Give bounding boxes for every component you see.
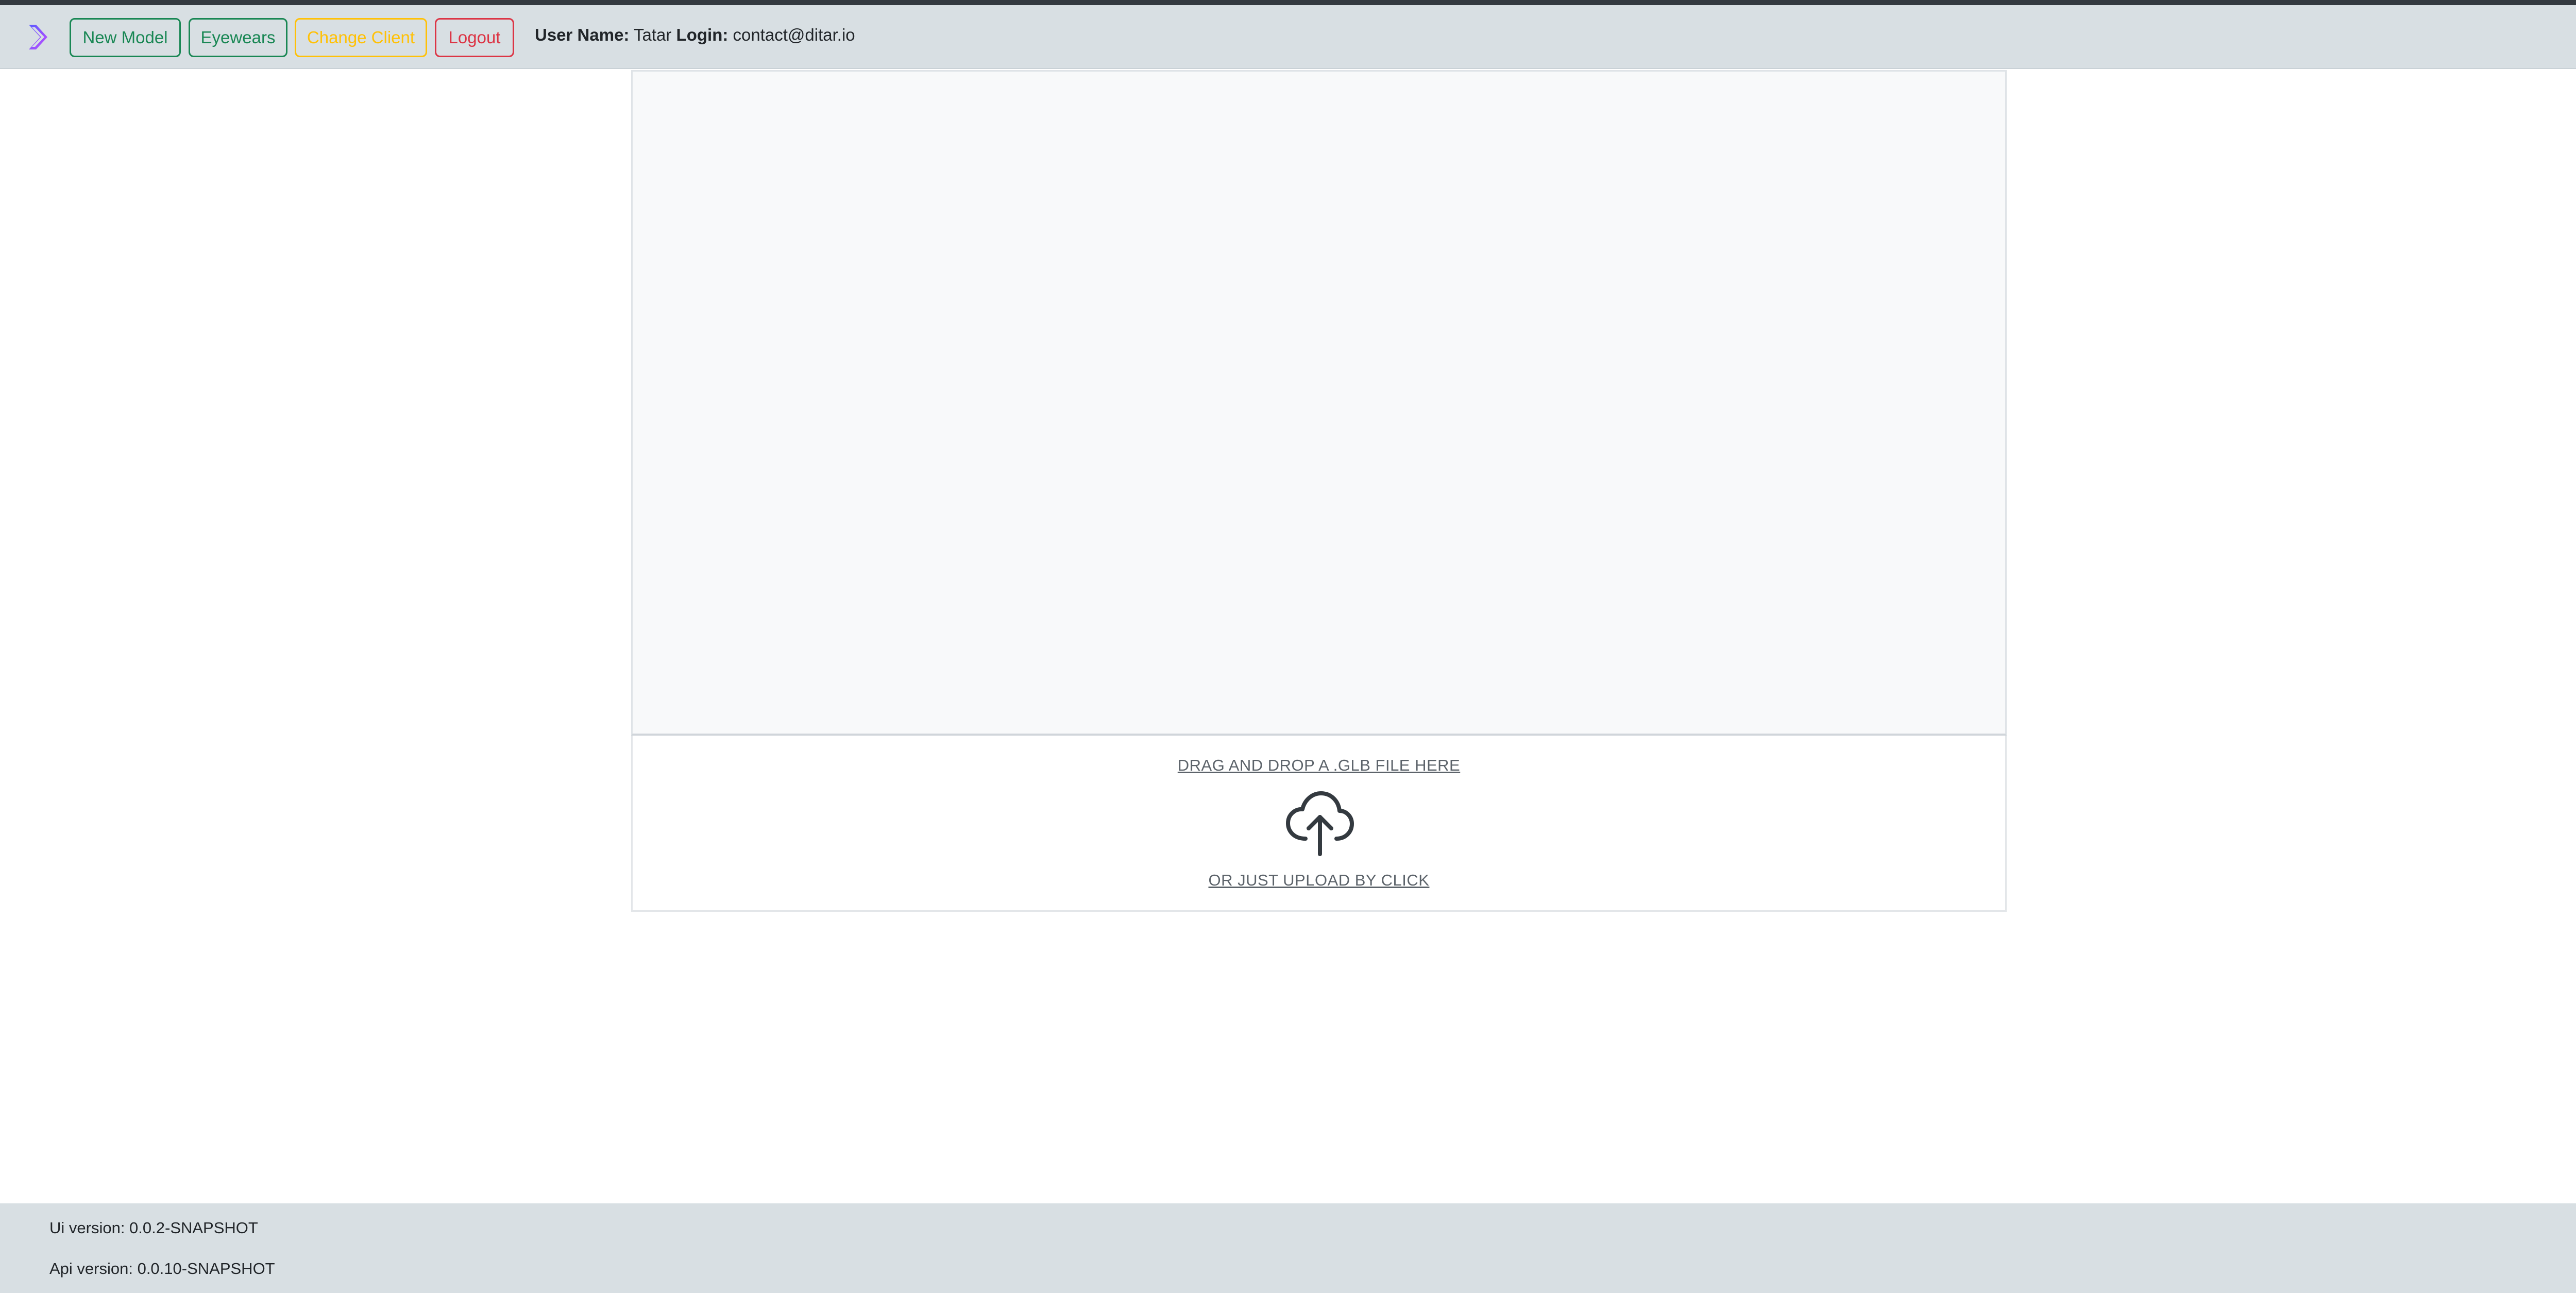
user-name-value: Tatar bbox=[634, 25, 672, 44]
login-label: Login: bbox=[676, 25, 728, 44]
file-dropzone[interactable]: DRAG AND DROP A .GLB FILE HERE OR JUST U… bbox=[631, 736, 2007, 912]
user-name-label: User Name: bbox=[535, 25, 630, 44]
upload-by-click-text: OR JUST UPLOAD BY CLICK bbox=[1208, 871, 1430, 889]
change-client-button[interactable]: Change Client bbox=[295, 18, 427, 57]
model-viewer[interactable] bbox=[631, 70, 2007, 736]
logout-button[interactable]: Logout bbox=[435, 18, 514, 57]
cloud-upload-icon bbox=[1286, 791, 1354, 856]
top-navbar: New Model Eyewears Change Client Logout … bbox=[0, 5, 2576, 69]
footer: Ui version: 0.0.2-SNAPSHOT Api version: … bbox=[0, 1203, 2576, 1293]
drag-drop-text: DRAG AND DROP A .GLB FILE HERE bbox=[1177, 756, 1461, 774]
top-strip bbox=[0, 0, 2576, 5]
login-value: contact@ditar.io bbox=[733, 25, 855, 44]
new-model-button[interactable]: New Model bbox=[70, 18, 181, 57]
ui-version: Ui version: 0.0.2-SNAPSHOT bbox=[49, 1219, 258, 1237]
chevron-logo-icon[interactable] bbox=[25, 23, 52, 52]
eyewears-button[interactable]: Eyewears bbox=[189, 18, 287, 57]
api-version: Api version: 0.0.10-SNAPSHOT bbox=[49, 1260, 275, 1278]
user-info: User Name: Tatar Login: contact@ditar.io bbox=[535, 24, 855, 46]
